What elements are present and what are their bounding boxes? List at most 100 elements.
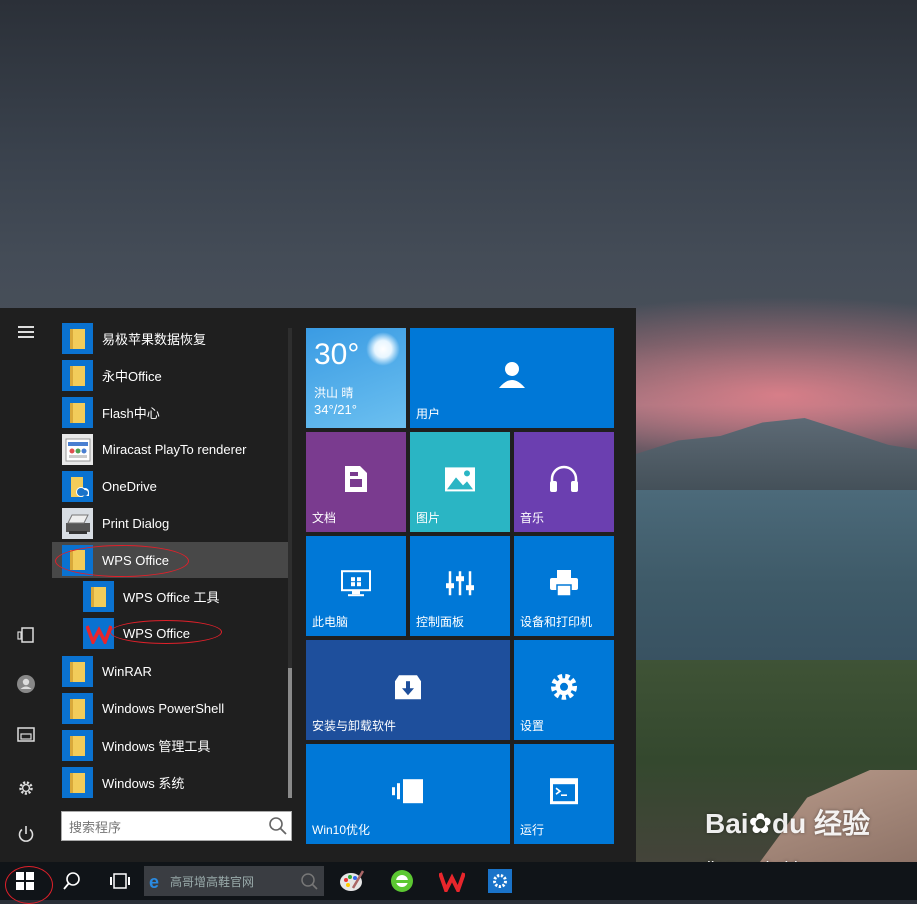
paint-button[interactable]	[332, 862, 372, 900]
folder-icon	[62, 730, 93, 761]
taskbar: e 高哥增高鞋官网	[0, 862, 917, 904]
folder-icon	[83, 581, 114, 612]
list-item[interactable]: Print Dialog	[62, 505, 288, 542]
search-icon	[301, 873, 318, 890]
wallpaper-sea	[636, 490, 917, 680]
this-pc-tile[interactable]: 此电脑	[306, 536, 406, 636]
sliders-icon	[444, 569, 476, 597]
pictures-tile[interactable]: 图片	[410, 432, 510, 532]
task-view-button[interactable]	[98, 862, 142, 900]
browser-button[interactable]	[382, 862, 422, 900]
music-tile[interactable]: 音乐	[514, 432, 614, 532]
tile-label: 音乐	[520, 511, 545, 525]
task-view-icon	[110, 873, 130, 889]
list-item-label: Windows 系统	[102, 776, 185, 791]
list-item-label: Flash中心	[102, 406, 160, 421]
list-item-label: Windows PowerShell	[102, 701, 225, 716]
miracast-icon	[62, 434, 93, 465]
program-search-box[interactable]	[61, 811, 292, 841]
wps-taskbar-button[interactable]	[432, 862, 472, 900]
user-icon	[497, 360, 527, 390]
list-item[interactable]: 永中Office	[62, 357, 288, 394]
tile-label: 运行	[520, 823, 545, 837]
tablet-icon[interactable]	[0, 617, 52, 653]
list-item-label: Miracast PlayTo renderer	[102, 442, 247, 457]
tile-label: 文档	[312, 511, 337, 525]
weather-tile[interactable]: 30° 洪山 晴 34°/21°	[306, 328, 406, 428]
folder-icon	[62, 323, 93, 354]
sun-icon	[366, 332, 400, 366]
list-item[interactable]: Windows 系统	[62, 764, 288, 801]
download-box-icon	[393, 673, 423, 701]
folder-icon	[62, 693, 93, 724]
ie-icon: e	[149, 872, 159, 890]
hamburger-icon[interactable]	[0, 314, 52, 350]
list-item-label: 永中Office	[102, 369, 162, 384]
explorer-icon[interactable]	[0, 716, 52, 752]
settings-icon	[488, 869, 512, 893]
annotation-circle-start	[5, 866, 53, 904]
wps-icon	[439, 872, 465, 892]
paint-icon	[340, 870, 365, 891]
wps-icon	[83, 618, 114, 649]
start-rail	[0, 308, 52, 862]
headphones-icon	[548, 464, 580, 494]
settings-tile[interactable]: 设置	[514, 640, 614, 740]
tile-label: Win10优化	[312, 823, 371, 837]
weather-city: 洪山 晴	[314, 386, 354, 400]
folder-icon	[62, 397, 93, 428]
app-list-scrollbar[interactable]	[288, 328, 292, 798]
user-tile[interactable]: 用户	[410, 328, 614, 428]
tile-label: 安装与卸载软件	[312, 719, 397, 733]
printer-icon	[62, 508, 93, 539]
list-item-label: WinRAR	[102, 664, 152, 679]
tile-label: 设置	[520, 719, 545, 733]
install-uninstall-tile[interactable]: 安装与卸载软件	[306, 640, 510, 740]
documents-tile[interactable]: 文档	[306, 432, 406, 532]
devices-printers-tile[interactable]: 设备和打印机	[514, 536, 614, 636]
baidu-watermark-logo: Bai✿du 经验	[705, 808, 871, 839]
run-icon	[549, 777, 579, 805]
printer-icon	[548, 568, 580, 598]
list-item[interactable]: WPS Office 工具	[83, 578, 288, 615]
list-item-label: Windows 管理工具	[102, 739, 211, 754]
weather-range: 34°/21°	[314, 402, 357, 417]
taskbar-search-text: 高哥增高鞋官网	[170, 874, 255, 889]
tile-label: 用户	[416, 407, 441, 421]
list-item[interactable]: Miracast PlayTo renderer	[62, 431, 288, 468]
start-menu: 易极苹果数据恢复 永中Office Flash中心 Miracast PlayT…	[0, 308, 636, 862]
list-item[interactable]: OneDrive	[62, 468, 288, 505]
control-panel-tile[interactable]: 控制面板	[410, 536, 510, 636]
folder-icon	[62, 656, 93, 687]
search-button[interactable]	[52, 862, 92, 900]
user-icon[interactable]	[0, 666, 52, 702]
gear-icon[interactable]	[0, 770, 52, 806]
annotation-circle-wps-folder	[55, 545, 189, 577]
list-item[interactable]: Windows 管理工具	[62, 727, 288, 764]
list-item-label: OneDrive	[102, 479, 157, 494]
search-icon	[63, 872, 80, 890]
tile-label: 控制面板	[416, 615, 465, 629]
optimize-icon	[391, 777, 425, 805]
picture-icon	[444, 466, 476, 492]
monitor-icon	[340, 569, 372, 597]
win10-optimize-tile[interactable]: Win10优化	[306, 744, 510, 844]
browser-icon	[391, 870, 413, 892]
onedrive-icon	[62, 471, 93, 502]
tile-label: 图片	[416, 511, 441, 525]
list-item-label: WPS Office 工具	[123, 590, 220, 605]
settings-taskbar-button[interactable]	[482, 862, 518, 900]
search-input[interactable]	[67, 813, 261, 841]
folder-icon	[62, 767, 93, 798]
run-tile[interactable]: 运行	[514, 744, 614, 844]
tile-label: 设备和打印机	[520, 615, 593, 629]
list-item-label: 易极苹果数据恢复	[102, 332, 207, 347]
list-item[interactable]: Windows PowerShell	[62, 690, 288, 727]
list-item[interactable]: Flash中心	[62, 394, 288, 431]
list-item[interactable]: WinRAR	[62, 653, 288, 690]
scrollbar-thumb[interactable]	[288, 668, 292, 798]
list-item-label: Print Dialog	[102, 516, 170, 531]
list-item[interactable]: 易极苹果数据恢复	[62, 320, 288, 357]
taskbar-search-box[interactable]: e 高哥增高鞋官网	[144, 866, 324, 896]
power-icon[interactable]	[0, 816, 52, 852]
